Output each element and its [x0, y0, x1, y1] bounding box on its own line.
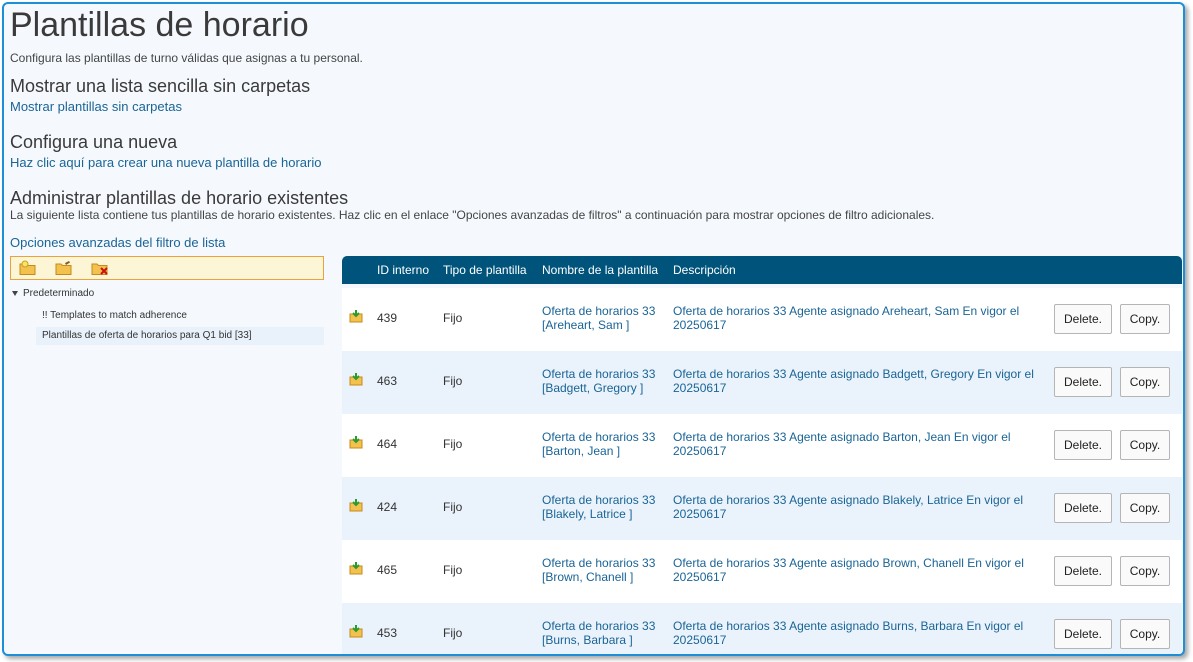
table-row: 453 Fijo Oferta de horarios 33 [Burns, Ba… [342, 603, 1182, 654]
row-name-link[interactable]: Oferta de horarios 33 [Badgett, Gregory ] [542, 367, 667, 395]
row-description-link[interactable]: Oferta de horarios 33 Agente asignado Bu… [673, 619, 1038, 647]
template-icon [349, 435, 363, 449]
delete-button[interactable]: Delete. [1054, 367, 1112, 397]
folder-toolbar [10, 256, 324, 280]
row-desc-line-1: Oferta de horarios 33 Agente asignado Bu… [673, 619, 1024, 633]
copy-button[interactable]: Copy. [1120, 430, 1170, 460]
row-name-line-1: Oferta de horarios 33 [542, 493, 656, 507]
row-desc-line-2: 20250617 [673, 633, 727, 647]
show-without-folders-link[interactable]: Mostrar plantillas sin carpetas [10, 99, 182, 114]
delete-button[interactable]: Delete. [1054, 430, 1112, 460]
template-icon [349, 372, 363, 386]
row-id: 439 [377, 311, 398, 325]
table-row: 463 Fijo Oferta de horarios 33 [Badgett, … [342, 351, 1182, 414]
page-subtitle: Configura las plantillas de turno válida… [10, 51, 363, 65]
tree-root-folder[interactable]: Predeterminado [10, 286, 94, 302]
manage-description: La siguiente lista contiene tus plantill… [10, 208, 935, 222]
row-name-line-1: Oferta de horarios 33 [542, 430, 656, 444]
table-row: 464 Fijo Oferta de horarios 33 [Barton, J… [342, 414, 1182, 477]
row-description-link[interactable]: Oferta de horarios 33 Agente asignado Ar… [673, 304, 1038, 332]
table-row: 465 Fijo Oferta de horarios 33 [Brown, Ch… [342, 540, 1182, 603]
simple-list-title: Mostrar una lista sencilla sin carpetas [10, 76, 311, 96]
row-id: 453 [377, 626, 398, 640]
template-icon [349, 624, 363, 638]
row-type: Fijo [443, 563, 463, 577]
row-name-line-1: Oferta de horarios 33 [542, 556, 656, 570]
row-desc-line-1: Oferta de horarios 33 Agente asignado Ba… [673, 430, 1011, 444]
row-desc-line-2: 20250617 [673, 570, 727, 584]
table-row: 439 Fijo Oferta de horarios 33 [Areheart,… [342, 288, 1182, 351]
row-id: 424 [377, 500, 398, 514]
row-desc-line-1: Oferta de horarios 33 Agente asignado Br… [673, 556, 1024, 570]
page-title: Plantillas de horario [10, 6, 309, 44]
row-desc-line-2: 20250617 [673, 444, 727, 458]
row-name-line-1: Oferta de horarios 33 [542, 367, 656, 381]
new-folder-icon[interactable] [19, 260, 37, 276]
row-desc-line-2: 20250617 [673, 381, 727, 395]
caret-down-icon[interactable] [12, 290, 18, 296]
copy-button[interactable]: Copy. [1120, 556, 1170, 586]
row-name-line-1: Oferta de horarios 33 [542, 304, 656, 318]
row-type: Fijo [443, 311, 463, 325]
template-icon [349, 561, 363, 575]
row-type: Fijo [443, 626, 463, 640]
delete-button[interactable]: Delete. [1054, 619, 1112, 649]
row-desc-line-1: Oferta de horarios 33 Agente asignado Ar… [673, 304, 1020, 318]
delete-button[interactable]: Delete. [1054, 556, 1112, 586]
template-icon [349, 498, 363, 512]
edit-folder-icon[interactable] [55, 260, 73, 276]
row-name-link[interactable]: Oferta de horarios 33 [Brown, Chanell ] [542, 556, 667, 584]
row-name-line-2: [Barton, Jean ] [542, 444, 621, 458]
delete-button[interactable]: Delete. [1054, 493, 1112, 523]
row-name-line-2: [Areheart, Sam ] [542, 318, 630, 332]
copy-button[interactable]: Copy. [1120, 367, 1170, 397]
row-description-link[interactable]: Oferta de horarios 33 Agente asignado Ba… [673, 430, 1038, 458]
advanced-filter-link[interactable]: Opciones avanzadas del filtro de lista [10, 235, 225, 250]
app-frame: Plantillas de horario Configura las plan… [2, 2, 1185, 656]
row-id: 465 [377, 563, 398, 577]
row-name-line-2: [Blakely, Latrice ] [542, 507, 633, 521]
row-desc-line-1: Oferta de horarios 33 Agente asignado Ba… [673, 367, 1034, 381]
header-type[interactable]: Tipo de plantilla [443, 256, 527, 284]
copy-button[interactable]: Copy. [1120, 304, 1170, 334]
create-template-link[interactable]: Haz clic aquí para crear una nueva plant… [10, 155, 321, 170]
row-description-link[interactable]: Oferta de horarios 33 Agente asignado Br… [673, 556, 1038, 584]
header-name[interactable]: Nombre de la plantilla [542, 256, 658, 284]
copy-button[interactable]: Copy. [1120, 493, 1170, 523]
tree-root-label: Predeterminado [23, 288, 95, 299]
header-description[interactable]: Descripción [673, 256, 736, 284]
tree-item-adherence[interactable]: !! Templates to match adherence [36, 307, 324, 325]
row-name-line-2: [Brown, Chanell ] [542, 570, 634, 584]
row-type: Fijo [443, 374, 463, 388]
header-id[interactable]: ID interno [377, 256, 429, 284]
manage-title: Administrar plantillas de horario existe… [10, 188, 349, 208]
row-desc-line-1: Oferta de horarios 33 Agente asignado Bl… [673, 493, 1023, 507]
row-name-link[interactable]: Oferta de horarios 33 [Areheart, Sam ] [542, 304, 667, 332]
row-name-line-1: Oferta de horarios 33 [542, 619, 656, 633]
delete-button[interactable]: Delete. [1054, 304, 1112, 334]
template-icon [349, 309, 363, 323]
copy-button[interactable]: Copy. [1120, 619, 1170, 649]
new-template-title: Configura una nueva [10, 132, 178, 152]
row-name-link[interactable]: Oferta de horarios 33 [Barton, Jean ] [542, 430, 667, 458]
table-row: 424 Fijo Oferta de horarios 33 [Blakely, … [342, 477, 1182, 540]
delete-folder-icon[interactable] [91, 260, 109, 276]
table-header: ID interno Tipo de plantilla Nombre de l… [342, 256, 1182, 284]
row-desc-line-2: 20250617 [673, 507, 727, 521]
row-type: Fijo [443, 437, 463, 451]
row-desc-line-2: 20250617 [673, 318, 727, 332]
row-type: Fijo [443, 500, 463, 514]
row-id: 463 [377, 374, 398, 388]
row-description-link[interactable]: Oferta de horarios 33 Agente asignado Bl… [673, 493, 1038, 521]
row-id: 464 [377, 437, 398, 451]
row-name-link[interactable]: Oferta de horarios 33 [Blakely, Latrice ] [542, 493, 667, 521]
row-name-line-2: [Burns, Barbara ] [542, 633, 633, 647]
row-name-link[interactable]: Oferta de horarios 33 [Burns, Barbara ] [542, 619, 667, 647]
row-name-line-2: [Badgett, Gregory ] [542, 381, 644, 395]
row-description-link[interactable]: Oferta de horarios 33 Agente asignado Ba… [673, 367, 1038, 395]
tree-item-q1-bid[interactable]: Plantillas de oferta de horarios para Q1… [36, 327, 324, 345]
